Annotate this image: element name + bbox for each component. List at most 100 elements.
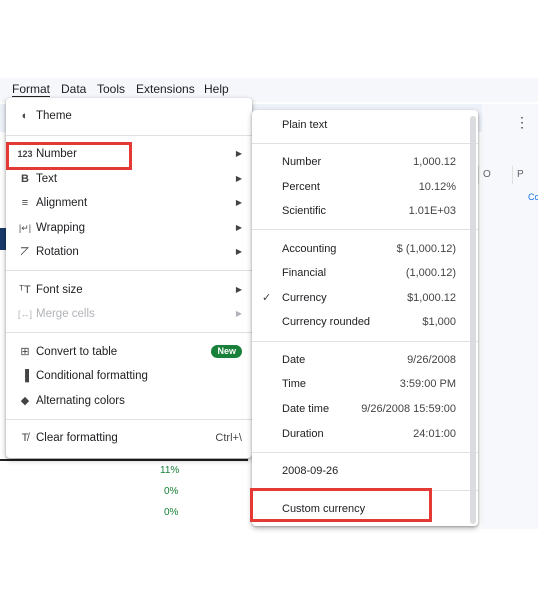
menu-item-alignment[interactable]: ≡ Alignment ▶: [6, 191, 252, 215]
new-badge: New: [211, 345, 242, 358]
number-submenu: Plain text Number 1,000.12 Percent 10.12…: [252, 110, 478, 526]
menu-item-label: Conditional formatting: [36, 370, 148, 382]
table-icon: ⊞: [20, 346, 30, 358]
scrollbar[interactable]: [470, 116, 476, 524]
highlight-number: [6, 142, 132, 170]
column-header-o[interactable]: O: [478, 166, 513, 184]
side-panel-label: Cc: [528, 192, 538, 202]
menu-format[interactable]: Format: [12, 82, 51, 97]
cell-percent[interactable]: 11%: [160, 465, 179, 476]
menu-item-rotation[interactable]: ⦢ Rotation ▶: [6, 240, 252, 264]
format-example: 1.01E+03: [408, 205, 456, 217]
submenu-arrow-icon: ▶: [235, 247, 242, 256]
menu-item-label: Alignment: [36, 197, 88, 209]
menu-item-conditional-formatting[interactable]: ▐ Conditional formatting: [6, 364, 252, 388]
submenu-item-label: Financial: [282, 267, 327, 279]
rotate-icon: ⦢: [20, 246, 30, 258]
menu-help[interactable]: Help: [204, 82, 229, 96]
submenu-arrow-icon: ▶: [235, 285, 242, 294]
submenu-item-label: 2008-09-26: [282, 465, 339, 477]
submenu-item-label: Currency: [282, 292, 327, 304]
format-example: 3:59:00 PM: [399, 378, 456, 390]
highlight-custom-currency: [250, 488, 432, 522]
submenu-item-financial[interactable]: Financial (1,000.12): [252, 261, 478, 285]
cell-percent[interactable]: 0%: [164, 486, 178, 497]
submenu-item-date-time[interactable]: Date time 9/26/2008 15:59:00: [252, 397, 478, 421]
submenu-item-label: Time: [282, 378, 307, 390]
divider: [6, 332, 252, 333]
shortcut-hint: Ctrl+\: [215, 432, 242, 444]
menu-item-label: Wrapping: [36, 222, 86, 234]
submenu-item-percent[interactable]: Percent 10.12%: [252, 175, 478, 199]
clear-format-icon: T̸: [21, 432, 29, 444]
submenu-item-duration[interactable]: Duration 24:01:00: [252, 422, 478, 446]
menu-item-label: Clear formatting: [36, 432, 118, 444]
cell-percent[interactable]: 0%: [164, 507, 178, 518]
submenu-item-label: Currency rounded: [282, 316, 371, 328]
submenu-item-number[interactable]: Number 1,000.12: [252, 150, 478, 174]
menu-item-label: Rotation: [36, 246, 79, 258]
menu-tools[interactable]: Tools: [97, 82, 125, 96]
submenu-item-plain-text[interactable]: Plain text: [252, 113, 478, 137]
menu-item-text[interactable]: B Text ▶: [6, 167, 252, 191]
format-example: 9/26/2008 15:59:00: [361, 403, 456, 415]
paint-roller-icon: ▐: [21, 370, 29, 382]
format-example: $ (1,000.12): [396, 243, 456, 255]
menu-item-convert-to-table[interactable]: ⊞ Convert to table New: [6, 340, 252, 364]
submenu-item-label: Date time: [282, 403, 330, 415]
divider: [252, 229, 478, 230]
submenu-item-label: Percent: [282, 181, 320, 193]
menu-item-alternating-colors[interactable]: ◆ Alternating colors: [6, 389, 252, 413]
submenu-item-date[interactable]: Date 9/26/2008: [252, 348, 478, 372]
menu-item-clear-formatting[interactable]: T̸ Clear formatting Ctrl+\: [6, 426, 252, 450]
bold-icon: B: [21, 173, 29, 185]
format-example: 10.12%: [418, 181, 456, 193]
menu-item-font-size[interactable]: ᵀT Font size ▶: [6, 278, 252, 302]
divider: [6, 270, 252, 271]
palette-icon: ◐: [21, 110, 29, 122]
format-example: 9/26/2008: [407, 354, 456, 366]
menu-item-label: Merge cells: [36, 308, 95, 320]
submenu-item-time[interactable]: Time 3:59:00 PM: [252, 372, 478, 396]
menu-item-merge-cells: [↔] Merge cells ▶: [6, 302, 252, 326]
submenu-item-label: Scientific: [282, 205, 327, 217]
menu-item-wrapping[interactable]: |↵| Wrapping ▶: [6, 216, 252, 240]
divider: [6, 135, 252, 136]
divider: [6, 419, 252, 420]
submenu-item-label: Plain text: [282, 119, 328, 131]
menu-item-label: Text: [36, 173, 58, 185]
more-options-icon[interactable]: ⋮: [515, 114, 529, 131]
menu-extensions[interactable]: Extensions: [136, 82, 195, 96]
divider: [252, 143, 478, 144]
submenu-arrow-icon: ▶: [235, 198, 242, 207]
submenu-item-accounting[interactable]: Accounting $ (1,000.12): [252, 237, 478, 261]
submenu-item-recent-date[interactable]: 2008-09-26: [252, 459, 478, 483]
submenu-item-scientific[interactable]: Scientific 1.01E+03: [252, 199, 478, 223]
fill-drop-icon: ◆: [20, 395, 30, 407]
menu-item-label: Alternating colors: [36, 395, 125, 407]
menu-data[interactable]: Data: [61, 82, 86, 96]
submenu-item-currency[interactable]: ✓ Currency $1,000.12: [252, 286, 478, 310]
format-example: 24:01:00: [413, 428, 456, 440]
divider: [252, 341, 478, 342]
cell-border: [0, 459, 248, 461]
format-example: 1,000.12: [413, 156, 456, 168]
submenu-item-label: Number: [282, 156, 322, 168]
submenu-arrow-icon: ▶: [235, 174, 242, 183]
submenu-item-currency-rounded[interactable]: Currency rounded $1,000: [252, 310, 478, 334]
submenu-item-label: Accounting: [282, 243, 337, 255]
menu-item-theme[interactable]: ◐ Theme: [6, 104, 252, 128]
merge-icon: [↔]: [17, 309, 32, 319]
menu-item-label: Font size: [36, 284, 83, 296]
wrap-icon: |↵|: [18, 223, 32, 233]
column-header-p[interactable]: P: [512, 166, 537, 184]
format-example: $1,000: [422, 316, 456, 328]
submenu-arrow-icon: ▶: [235, 223, 242, 232]
checkmark-icon: ✓: [262, 292, 272, 304]
menu-item-label: Convert to table: [36, 346, 118, 358]
submenu-item-label: Date: [282, 354, 306, 366]
menu-item-label: Theme: [36, 110, 72, 122]
submenu-arrow-icon: ▶: [235, 149, 242, 158]
format-example: (1,000.12): [405, 267, 456, 279]
align-icon: ≡: [21, 197, 29, 209]
